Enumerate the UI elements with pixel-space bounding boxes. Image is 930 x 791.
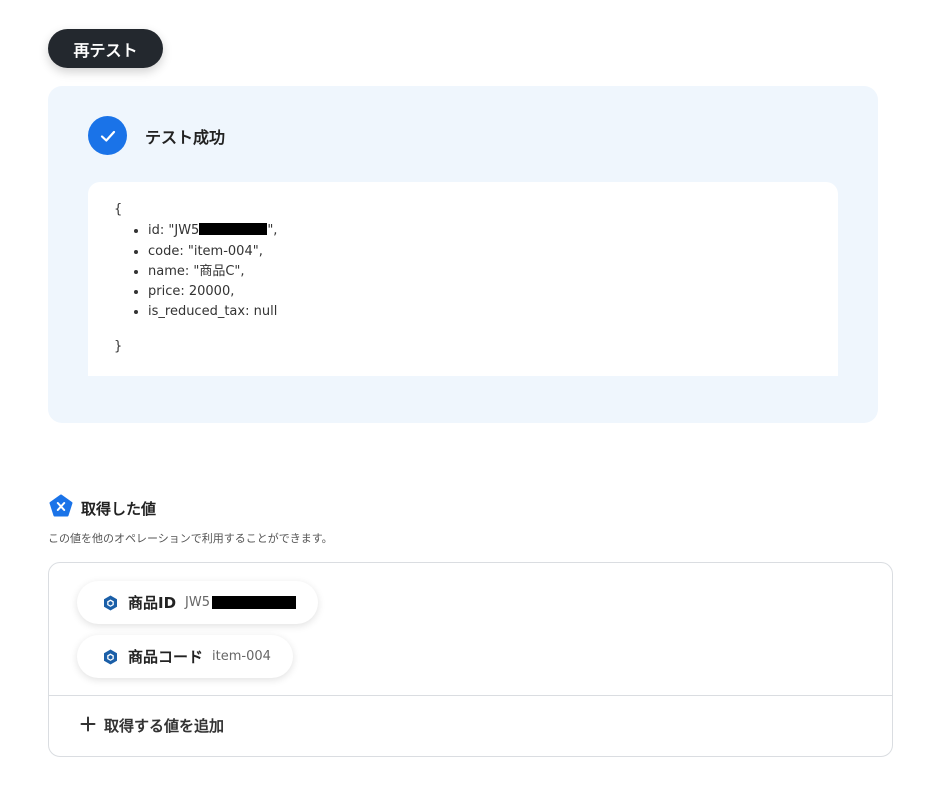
add-value-label: 取得する値を追加 (104, 717, 225, 735)
acquired-values-panel: 商品ID JW5 商品コード item-004 取得する値を追加 (48, 562, 893, 757)
json-field-name: name: "商品C", (148, 262, 838, 282)
redacted-block (212, 596, 297, 609)
json-open-brace: { (114, 202, 123, 217)
acquired-values-title: 取得した値 (81, 499, 157, 518)
value-chip-value: item-004 (212, 649, 271, 664)
test-success-title: テスト成功 (145, 128, 226, 147)
test-result-panel: テスト成功 { id: "JW5", code: "item-004", nam… (48, 86, 878, 423)
cube-icon (103, 649, 118, 665)
check-icon (88, 116, 127, 155)
json-field-list: id: "JW5", code: "item-004", name: "商品C"… (114, 221, 838, 322)
json-field-price: price: 20000, (148, 282, 838, 302)
acquired-values-header: 取得した値 (49, 494, 156, 522)
add-value-button[interactable]: 取得する値を追加 (80, 715, 224, 736)
json-field-code: code: "item-004", (148, 242, 838, 262)
variable-badge-icon (49, 494, 73, 522)
json-field-is-reduced-tax: is_reduced_tax: null (148, 302, 838, 322)
json-output: { id: "JW5", code: "item-004", name: "商品… (88, 182, 838, 376)
value-chip-product-code[interactable]: 商品コード item-004 (77, 635, 293, 678)
json-field-id: id: "JW5", (148, 221, 838, 241)
value-chip-value: JW5 (185, 595, 211, 610)
value-chip-product-id[interactable]: 商品ID JW5 (77, 581, 319, 624)
value-chip-label: 商品コード (128, 648, 204, 666)
json-close-brace: } (114, 338, 123, 354)
acquired-values-description: この値を他のオペレーションで利用することができます。 (48, 532, 333, 545)
cube-icon (103, 595, 118, 611)
value-chip-label: 商品ID (128, 594, 177, 612)
plus-icon (80, 716, 96, 736)
divider (49, 695, 892, 696)
retest-button[interactable]: 再テスト (48, 29, 163, 68)
redacted-block (199, 223, 268, 236)
